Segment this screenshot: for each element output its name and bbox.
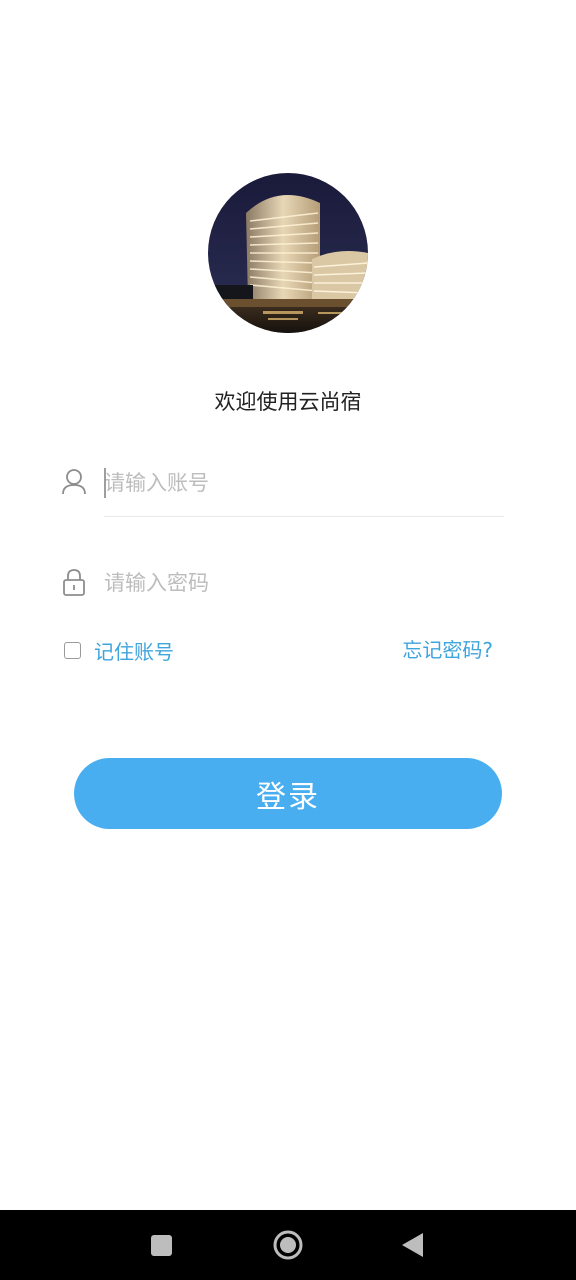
system-nav-bar [0, 1210, 576, 1280]
nav-recents-button[interactable] [131, 1210, 191, 1280]
user-icon [58, 466, 90, 498]
triangle-back-icon [402, 1233, 423, 1257]
remember-label: 记住账号 [94, 639, 174, 664]
remember-checkbox[interactable] [64, 641, 81, 659]
account-input[interactable] [104, 462, 504, 504]
square-icon [151, 1235, 172, 1256]
forgot-password-link[interactable]: 忘记密码? [402, 636, 493, 664]
lock-icon [58, 566, 90, 598]
nav-home-button[interactable] [258, 1210, 318, 1280]
remember-account-toggle[interactable]: 记住账号 [64, 636, 174, 664]
login-screen: 欢迎使用云尚宿 记住账号 忘记密码? 登录 [0, 0, 576, 1280]
circle-icon [273, 1230, 303, 1260]
password-field[interactable] [58, 556, 504, 616]
login-button[interactable]: 登录 [74, 758, 502, 829]
hotel-avatar-image [208, 173, 368, 333]
welcome-title: 欢迎使用云尚宿 [214, 390, 362, 414]
text-cursor [104, 468, 106, 498]
account-field[interactable] [58, 456, 504, 517]
nav-back-button[interactable] [383, 1210, 443, 1280]
account-underline [104, 516, 504, 517]
password-input[interactable] [104, 562, 504, 604]
